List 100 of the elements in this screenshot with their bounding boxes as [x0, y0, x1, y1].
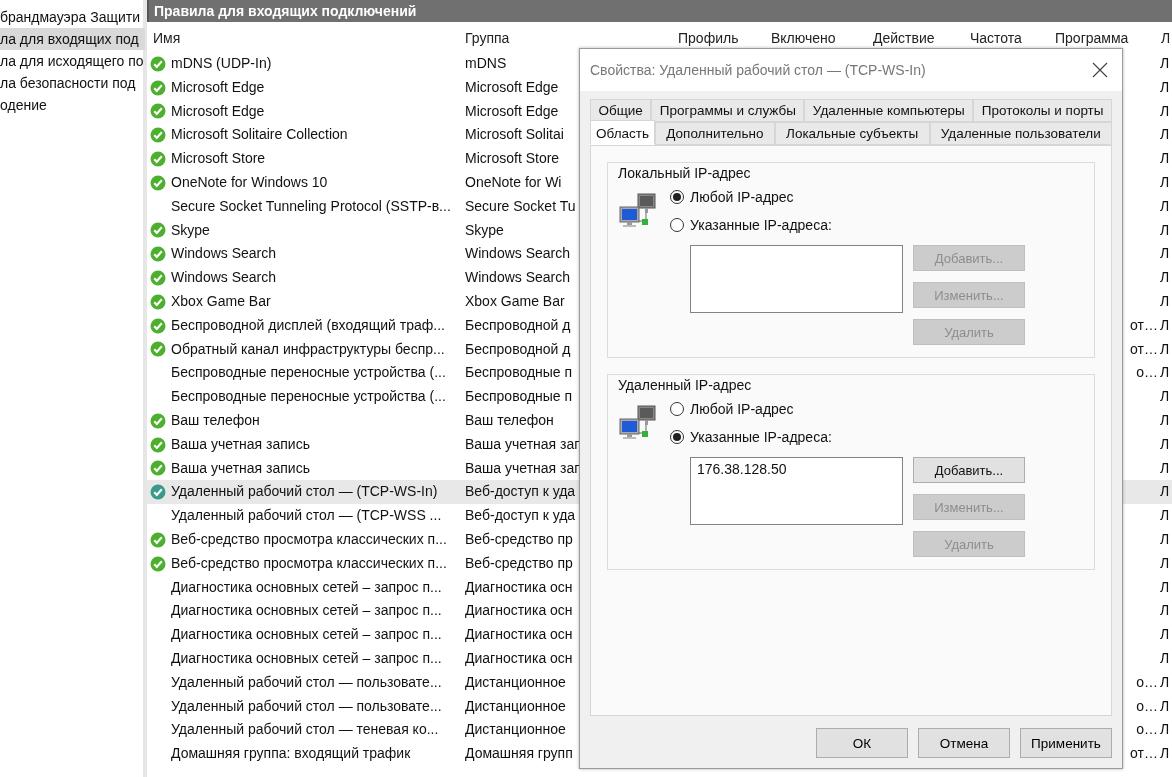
dialog-button[interactable]: Отмена: [918, 728, 1010, 758]
group-title: Локальный IP-адрес: [618, 165, 752, 181]
close-icon[interactable]: [1092, 62, 1108, 78]
tab[interactable]: Дополнительно: [655, 122, 775, 145]
tree-item[interactable]: ла безопасности под: [0, 72, 142, 94]
table-cell[interactable]: Диагностика основных сетей – запрос п...: [171, 599, 442, 624]
table-cell[interactable]: Диагностика основных сетей – запрос п...: [171, 575, 442, 600]
table-cell[interactable]: Веб-средство просмотра классических п...: [171, 527, 447, 552]
table-cell-text: Л: [1159, 482, 1171, 502]
table-cell-text: Л: [1159, 506, 1171, 526]
table-cell-text: Л: [1159, 315, 1171, 335]
table-cell-text: Л: [1159, 458, 1171, 478]
address-item[interactable]: 176.38.128.50: [697, 461, 896, 477]
table-cell[interactable]: Microsoft Solitaire Collection: [171, 123, 348, 148]
table-cell-text: Л: [1159, 291, 1171, 311]
column-header[interactable]: Действие: [867, 28, 964, 48]
table-cell[interactable]: mDNS (UDP-In): [171, 52, 272, 76]
table-cell[interactable]: Microsoft Edge: [171, 75, 265, 100]
radio-button[interactable]: [670, 218, 684, 232]
table-cell-text: о…: [1136, 672, 1158, 692]
table-cell[interactable]: Диагностика основных сетей – запрос п...: [171, 623, 442, 647]
table-cell[interactable]: Microsoft Edge: [171, 99, 265, 124]
table-cell-text: Л: [1159, 648, 1171, 668]
table-cell-text: Дистанционное: [465, 720, 566, 740]
column-header[interactable]: Имя: [147, 28, 459, 48]
table-cell-text: OneNote for Wi: [465, 173, 562, 192]
table-cell[interactable]: Домашняя группа: входящий трафик: [171, 742, 411, 766]
radio-label[interactable]: Указанные IP-адреса:: [690, 429, 832, 445]
table-cell[interactable]: Беспроводной дисплей (входящий траф...: [171, 313, 445, 338]
table-cell[interactable]: Обратный канал инфраструктуры беспр...: [171, 337, 445, 362]
table-cell[interactable]: Беспроводные переносные устройства (...: [171, 361, 446, 386]
table-cell-text: Диагностика осн: [465, 577, 573, 597]
table-cell[interactable]: OneNote for Windows 10: [171, 171, 328, 195]
table-cell[interactable]: Skype: [171, 218, 210, 243]
table-cell-text: Л: [1159, 410, 1171, 430]
column-header[interactable]: Группа: [459, 28, 672, 48]
column-header[interactable]: Профиль: [672, 28, 765, 48]
tab[interactable]: Удаленные компьютеры: [804, 99, 974, 122]
table-cell[interactable]: Ваша учетная запись: [171, 456, 310, 481]
table-cell-text: Л: [1159, 434, 1171, 454]
table-cell[interactable]: Удаленный рабочий стол — (TCP-WSS ...: [171, 504, 442, 528]
radio-label[interactable]: Любой IP-адрес: [690, 189, 794, 205]
table-cell-text: Л: [1159, 696, 1171, 716]
table-cell-text: Л: [1159, 601, 1171, 621]
table-cell-text: Л: [1159, 363, 1171, 383]
table-cell-text: Skype: [465, 220, 504, 240]
table-cell-text: Л: [1159, 125, 1171, 145]
dialog-title: Свойства: Удаленный рабочий стол — (TCP-WS-In): [590, 62, 926, 78]
table-cell[interactable]: Удаленный рабочий стол — пользовате...: [171, 694, 442, 719]
column-header[interactable]: Программа: [1049, 28, 1155, 48]
table-cell[interactable]: Удаленный рабочий стол — пользовате...: [171, 670, 442, 695]
column-header[interactable]: Частота: [964, 28, 1049, 48]
table-cell[interactable]: Windows Search: [171, 266, 277, 290]
radio-label[interactable]: Указанные IP-адреса:: [690, 217, 832, 233]
table-cell-text: Л: [1159, 268, 1171, 288]
table-cell-text: Л: [1159, 387, 1171, 407]
dialog-button[interactable]: Добавить...: [913, 457, 1025, 483]
dialog-button[interactable]: Применить: [1020, 728, 1112, 758]
tree-item[interactable]: ла для исходящего по: [0, 50, 150, 72]
table-cell-text: Беспроводной д: [465, 315, 571, 335]
table-cell[interactable]: Microsoft Store: [171, 147, 266, 171]
tab[interactable]: Область: [590, 120, 655, 145]
table-cell[interactable]: Ваша учетная запись: [171, 432, 310, 457]
radio-label[interactable]: Любой IP-адрес: [690, 401, 794, 417]
address-list[interactable]: 176.38.128.50: [690, 457, 903, 525]
table-cell-text: Диагностика осн: [465, 648, 573, 668]
tree-item[interactable]: ла для входящих под: [0, 28, 145, 50]
table-cell[interactable]: Веб-средство просмотра классических п...: [171, 551, 447, 576]
table-cell-text: Беспроводные п: [465, 387, 573, 407]
table-cell-text: mDNS: [465, 54, 507, 73]
radio-button[interactable]: [670, 190, 684, 204]
table-cell[interactable]: Windows Search: [171, 242, 277, 267]
tab[interactable]: Программы и службы: [651, 99, 805, 122]
group-title: Удаленный IP-адрес: [618, 377, 753, 393]
tree-item[interactable]: брандмауэра Защити: [0, 6, 146, 28]
table-cell[interactable]: Secure Socket Tunneling Protocol (SSTP-в...: [171, 194, 451, 219]
dialog-button[interactable]: ОК: [816, 728, 908, 758]
column-header[interactable]: Включено: [765, 28, 867, 48]
table-cell[interactable]: Xbox Game Bar: [171, 289, 271, 314]
radio-button[interactable]: [670, 402, 684, 416]
table-cell[interactable]: Беспроводные переносные устройства (...: [171, 385, 446, 409]
tab[interactable]: Удаленные пользователи: [929, 122, 1112, 145]
column-header[interactable]: Л: [1155, 28, 1172, 48]
table-cell-text: Беспроводные п: [465, 363, 573, 383]
radio-button[interactable]: [670, 430, 684, 444]
table-cell[interactable]: Диагностика основных сетей – запрос п...: [171, 646, 442, 671]
table-cell-text: о…: [1136, 720, 1158, 740]
table-cell-text: Microsoft Edge: [465, 77, 559, 97]
tree-item[interactable]: одение: [0, 94, 53, 116]
table-cell[interactable]: Ваш телефон: [171, 408, 260, 433]
address-list[interactable]: [690, 245, 903, 313]
table-cell-text: от…: [1130, 339, 1158, 359]
tab[interactable]: Локальные субъекты: [774, 122, 930, 145]
table-cell[interactable]: Удаленный рабочий стол — теневая ко...: [171, 718, 439, 743]
table-cell-text: Л: [1159, 149, 1171, 169]
table-cell-text: Xbox Game Bar: [465, 291, 565, 311]
tab[interactable]: Протоколы и порты: [973, 99, 1112, 122]
table-cell-text: Л: [1159, 339, 1171, 359]
tab[interactable]: Общие: [590, 99, 652, 122]
table-cell-text: Л: [1159, 173, 1171, 192]
